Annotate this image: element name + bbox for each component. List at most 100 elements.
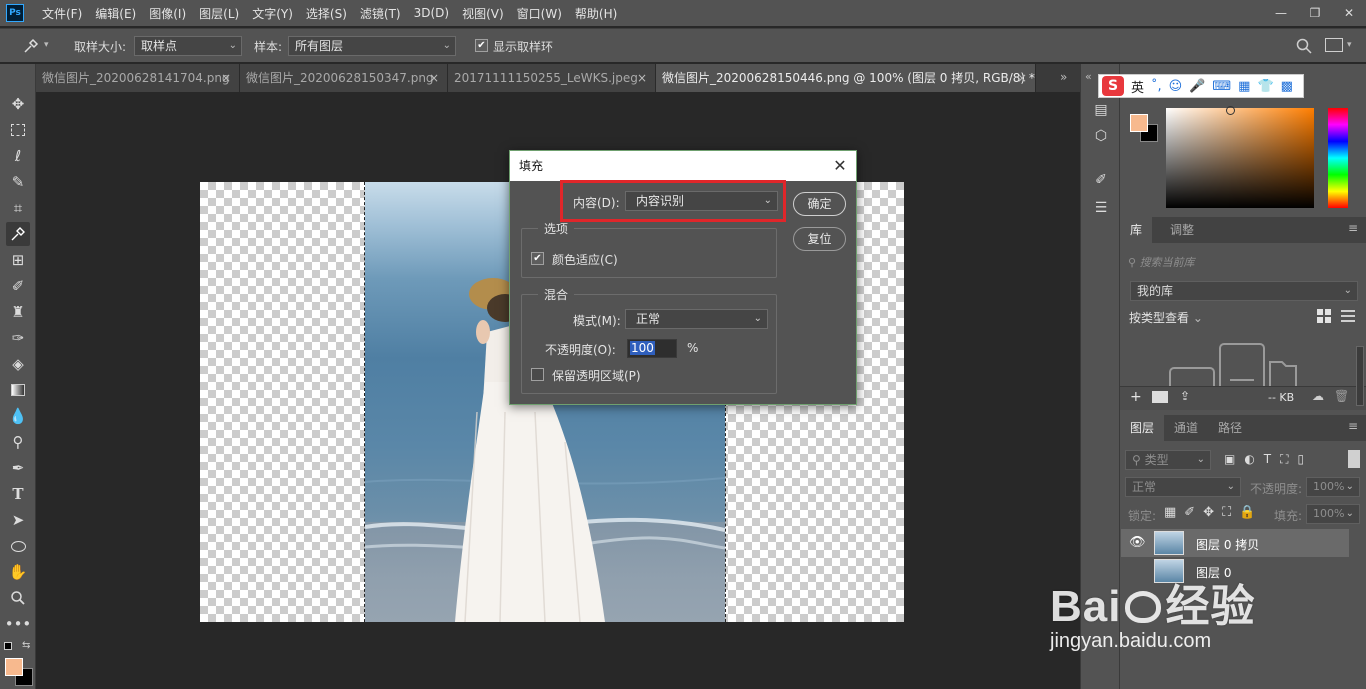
tab-close-icon[interactable]: ×	[1017, 64, 1027, 92]
tab-document-2[interactable]: 微信图片_20200628150347.png ×	[240, 64, 448, 92]
sample-size-select[interactable]: 取样点 ⌄	[134, 36, 242, 56]
menu-layer[interactable]: 图层(L)	[199, 5, 239, 22]
dodge-tool-icon[interactable]: ⚲	[6, 430, 30, 454]
menu-window[interactable]: 窗口(W)	[517, 5, 562, 22]
tab-libraries[interactable]: 库	[1120, 217, 1153, 243]
minimize-button[interactable]: —	[1264, 0, 1298, 26]
opacity-input[interactable]: 100	[627, 339, 677, 358]
sample-select[interactable]: 所有图层 ⌄	[288, 36, 456, 56]
layer-filter-icons[interactable]: ▣◐T⛶▯	[1224, 452, 1313, 467]
default-colors-icon[interactable]	[4, 642, 12, 650]
menu-help[interactable]: 帮助(H)	[575, 5, 617, 22]
list-view-icon[interactable]	[1340, 308, 1356, 324]
crop-tool-icon[interactable]: ⌗	[6, 196, 30, 220]
menu-edit[interactable]: 编辑(E)	[95, 5, 136, 22]
eyedropper-tool-icon[interactable]	[6, 222, 30, 246]
brush-tool-icon[interactable]: ✐	[6, 274, 30, 298]
eyedropper-preset-icon[interactable]	[22, 37, 40, 55]
more-tools-icon[interactable]: •••	[5, 612, 32, 636]
reset-button[interactable]: 复位	[793, 227, 846, 251]
history-brush-tool-icon[interactable]: ✑	[6, 326, 30, 350]
menu-view[interactable]: 视图(V)	[462, 5, 504, 22]
move-tool-icon[interactable]: ✥	[6, 92, 30, 116]
type-tool-icon[interactable]: T	[6, 482, 30, 506]
menu-file[interactable]: 文件(F)	[42, 5, 82, 22]
layer-opacity-input[interactable]: 100% ⌄	[1306, 477, 1360, 497]
menu-filter[interactable]: 滤镜(T)	[360, 5, 401, 22]
tab-adjustments[interactable]: 调整	[1160, 217, 1204, 243]
panel-menu-icon[interactable]: ≡	[1348, 221, 1358, 235]
hand-tool-icon[interactable]: ✋	[6, 560, 30, 584]
workspace-chevron-icon[interactable]: ▾	[1347, 40, 1352, 50]
path-selection-tool-icon[interactable]: ➤	[6, 508, 30, 532]
marquee-tool-icon[interactable]	[6, 118, 30, 142]
library-search[interactable]: ⚲ 搜索当前库	[1128, 254, 1195, 270]
tab-close-icon[interactable]: ×	[429, 64, 439, 92]
emoji-icon[interactable]: ☺	[1169, 79, 1183, 94]
tab-layers[interactable]: 图层	[1120, 415, 1165, 441]
clone-stamp-tool-icon[interactable]: ♜	[6, 300, 30, 324]
menu-select[interactable]: 选择(S)	[306, 5, 347, 22]
panel-menu-icon[interactable]: ≡	[1348, 419, 1358, 433]
toolbox-icon[interactable]: ▦	[1238, 79, 1250, 94]
tab-document-active[interactable]: 微信图片_20200628150446.png @ 100% (图层 0 拷贝,…	[656, 64, 1036, 92]
lasso-tool-icon[interactable]: ℓ	[6, 144, 30, 168]
spot-healing-tool-icon[interactable]: ⊞	[6, 248, 30, 272]
restore-button[interactable]: ❐	[1298, 0, 1332, 26]
show-ring-checkbox[interactable]: ✔	[475, 39, 488, 52]
view-by-select[interactable]: 按类型查看 ⌄	[1129, 309, 1203, 326]
workspace-icon[interactable]	[1325, 38, 1343, 52]
preserve-transparency-checkbox[interactable]	[531, 368, 544, 381]
menu-3d[interactable]: 3D(D)	[414, 6, 449, 20]
layer-fill-input[interactable]: 100% ⌄	[1306, 504, 1360, 524]
folder-icon[interactable]	[1152, 391, 1168, 403]
visibility-eye-icon[interactable]: 👁	[1129, 535, 1146, 550]
tabs-overflow-icon[interactable]: »	[1060, 70, 1067, 84]
menu-type[interactable]: 文字(Y)	[252, 5, 293, 22]
microphone-icon[interactable]: 🎤	[1189, 79, 1205, 94]
3d-panel-icon[interactable]: ⬡	[1091, 126, 1111, 146]
preset-chevron-icon[interactable]: ▾	[44, 40, 49, 50]
cloud-icon[interactable]: ☁	[1312, 389, 1324, 403]
zoom-tool-icon[interactable]	[6, 586, 30, 610]
tab-close-icon[interactable]: ×	[221, 64, 231, 92]
search-icon[interactable]	[1295, 37, 1313, 55]
filter-toggle-icon[interactable]	[1348, 450, 1360, 468]
pen-tool-icon[interactable]: ✒	[6, 456, 30, 480]
layer-row[interactable]: 👁 图层 0 拷贝	[1121, 529, 1349, 557]
keyboard-icon[interactable]: ⌨	[1212, 79, 1231, 94]
tab-paths[interactable]: 路径	[1208, 415, 1252, 441]
apps-icon[interactable]: ▩	[1281, 79, 1293, 94]
menu-image[interactable]: 图像(I)	[149, 5, 186, 22]
color-panel-foreground[interactable]	[1130, 114, 1148, 132]
sogou-logo-icon[interactable]: S	[1102, 76, 1124, 96]
foreground-color-swatch[interactable]	[5, 658, 23, 676]
gradient-tool-icon[interactable]	[6, 378, 30, 402]
layer-filter-select[interactable]: ⚲ 类型 ⌄	[1125, 450, 1211, 470]
trash-icon[interactable]: 🗑	[1334, 389, 1349, 403]
punctuation-icon[interactable]: ˚,	[1151, 79, 1162, 94]
library-select[interactable]: 我的库 ⌄	[1130, 281, 1358, 301]
add-icon[interactable]: +	[1130, 389, 1142, 405]
color-picker-cursor[interactable]	[1226, 106, 1235, 115]
hue-slider[interactable]	[1328, 108, 1348, 208]
tab-document-3[interactable]: 20171111150255_LeWKS.jpeg ×	[448, 64, 656, 92]
ok-button[interactable]: 确定	[793, 192, 846, 216]
eraser-tool-icon[interactable]: ◈	[6, 352, 30, 376]
collapse-icon[interactable]: «	[1085, 70, 1092, 83]
library-scrollbar[interactable]	[1356, 346, 1364, 406]
tab-document-1[interactable]: 微信图片_20200628141704.png ×	[36, 64, 240, 92]
history-panel-icon[interactable]: ▤	[1091, 100, 1111, 120]
quick-selection-tool-icon[interactable]: ✎	[6, 170, 30, 194]
blur-tool-icon[interactable]: 💧	[6, 404, 30, 428]
lock-icons[interactable]: ▦✐✥⛶🔒	[1164, 505, 1263, 520]
color-adapt-checkbox[interactable]: ✔	[531, 252, 544, 265]
upload-icon[interactable]: ⇪	[1180, 389, 1190, 403]
tab-close-icon[interactable]: ×	[637, 64, 647, 92]
ellipse-tool-icon[interactable]	[6, 534, 30, 558]
properties-panel-icon[interactable]: ☰	[1091, 198, 1111, 218]
skin-icon[interactable]: 👕	[1257, 79, 1273, 94]
brush-panel-icon[interactable]: ✐	[1091, 170, 1111, 190]
mode-select[interactable]: 正常 ⌄	[625, 309, 768, 329]
ime-language[interactable]: 英	[1131, 77, 1144, 96]
